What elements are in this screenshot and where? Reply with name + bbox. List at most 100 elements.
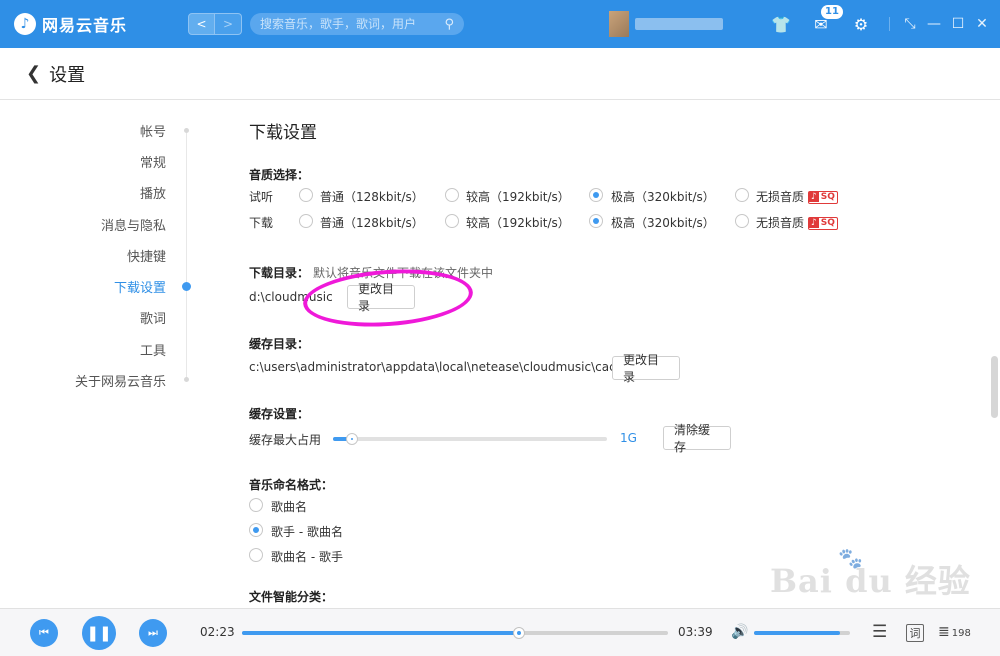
back-nav-button[interactable]: < (188, 13, 215, 35)
naming-option-label: 歌曲名 - 歌手 (271, 550, 343, 564)
history-nav: < > (188, 13, 242, 35)
change-download-dir-button[interactable]: 更改目录 (347, 282, 415, 313)
cache-dir-label: 缓存目录： (249, 337, 310, 351)
playlist-count: 198 (951, 628, 971, 639)
skip-previous-icon: ⏮ (39, 626, 49, 639)
smart-sort-label: 文件智能分类： (249, 590, 334, 604)
cache-max-label: 缓存最大占用 (249, 433, 322, 447)
skin-button[interactable]: 👕 (761, 15, 801, 34)
sidebar-timeline (186, 128, 187, 380)
sidebar-item-privacy[interactable]: 消息与隐私 (101, 215, 166, 234)
message-count-badge: 11 (821, 4, 843, 19)
volume-fill (754, 631, 840, 635)
volume-icon[interactable]: 🔊 (731, 624, 748, 640)
sidebar-item-account[interactable]: 帐号 (140, 121, 166, 140)
search-input[interactable] (260, 17, 445, 31)
playlist-button[interactable]: ≣ 198 (938, 624, 971, 640)
forward-nav-button[interactable]: > (215, 13, 242, 35)
settings-button[interactable]: ⚙ (841, 15, 881, 34)
row-label-download: 下载 (249, 216, 274, 230)
chevron-right-icon: > (222, 17, 234, 31)
skip-next-icon: ⏭ (148, 626, 158, 639)
lyrics-button[interactable]: 词 (906, 624, 924, 642)
cache-slider-handle[interactable] (346, 433, 358, 445)
option-label: 较高（192kbit/s） (466, 190, 570, 204)
preview-quality-standard-radio[interactable] (299, 188, 313, 202)
option-label: 极高（320kbit/s） (611, 190, 715, 204)
messages-button[interactable]: ✉ 11 (801, 4, 843, 34)
mini-mode-button[interactable]: ⤡ (898, 16, 922, 32)
naming-format-label: 音乐命名格式： (249, 478, 334, 492)
option-label: 无损音质 (756, 216, 805, 230)
gear-icon: ⚙ (853, 14, 869, 34)
sq-badge: ♪ SQ (808, 191, 838, 204)
pause-icon: ❚❚ (86, 624, 112, 642)
minimize-icon: — (927, 16, 941, 32)
playback-progress-bar[interactable] (242, 627, 668, 639)
sidebar-item-shortcuts[interactable]: 快捷键 (127, 246, 166, 265)
avatar[interactable] (609, 11, 629, 37)
page-title: 设置 (49, 64, 86, 86)
naming-artist-song-radio[interactable] (249, 523, 263, 537)
sidebar-dot (184, 128, 189, 133)
quality-label: 音质选择： (249, 168, 310, 182)
option-label: 较高（192kbit/s） (466, 216, 570, 230)
elapsed-time: 02:23 (200, 625, 235, 639)
next-track-button[interactable]: ⏭ (139, 619, 167, 647)
progress-handle[interactable] (513, 627, 525, 639)
option-label: 普通（128kbit/s） (320, 216, 424, 230)
previous-track-button[interactable]: ⏮ (30, 619, 58, 647)
settings-sidebar: 帐号 常规 播放 消息与隐私 快捷键 下载设置 歌词 工具 关于网易云音乐 (0, 100, 200, 608)
maximize-icon: ☐ (951, 16, 965, 32)
preview-quality-lossless-radio[interactable] (735, 188, 749, 202)
app-logo[interactable]: ♪ 网易云音乐 (14, 12, 174, 36)
tshirt-icon: 👕 (771, 14, 791, 34)
download-dir-hint: 默认将音乐文件下载在该文件夹中 (313, 266, 494, 280)
netease-music-icon: ♪ (14, 13, 36, 35)
row-label-preview: 试听 (249, 190, 274, 204)
download-quality-high-radio[interactable] (445, 214, 459, 228)
download-quality-standard-radio[interactable] (299, 214, 313, 228)
play-mode-icon[interactable]: ☰ (872, 622, 887, 642)
sidebar-item-download[interactable]: 下载设置 (114, 277, 166, 296)
search-icon[interactable]: ⚲ (444, 17, 454, 32)
divider (889, 17, 890, 31)
naming-option-label: 歌手 - 歌曲名 (271, 525, 343, 539)
download-quality-extreme-radio[interactable] (589, 214, 603, 228)
sidebar-active-dot (182, 282, 191, 291)
download-quality-lossless-radio[interactable] (735, 214, 749, 228)
search-box[interactable]: ⚲ (250, 13, 464, 35)
back-chevron-icon[interactable]: ❮ (26, 63, 41, 84)
preview-quality-extreme-radio[interactable] (589, 188, 603, 202)
volume-slider[interactable] (754, 631, 850, 635)
total-time: 03:39 (678, 625, 713, 639)
clear-cache-button[interactable]: 清除缓存 (663, 423, 731, 454)
minimize-button[interactable]: — (922, 16, 946, 32)
cache-size-slider[interactable] (333, 433, 607, 445)
mini-mode-icon: ⤡ (904, 16, 916, 32)
username-blurred[interactable] (635, 18, 723, 30)
section-title-download: 下载设置 (249, 123, 317, 143)
download-dir-label: 下载目录： 默认将音乐文件下载在该文件夹中 (249, 266, 494, 280)
preview-quality-high-radio[interactable] (445, 188, 459, 202)
close-button[interactable]: ✕ (970, 16, 994, 32)
maximize-button[interactable]: ☐ (946, 16, 970, 32)
sidebar-item-general[interactable]: 常规 (140, 152, 166, 171)
sq-badge: ♪ SQ (808, 217, 838, 230)
app-name: 网易云音乐 (42, 16, 128, 35)
chevron-left-icon: < (196, 17, 207, 31)
progress-fill (242, 631, 519, 635)
sidebar-dot (184, 377, 189, 382)
content-scrollbar[interactable] (991, 356, 998, 418)
top-right-controls: 👕 ✉ 11 ⚙ ⤡ — ☐ ✕ (609, 0, 1000, 48)
change-cache-dir-button[interactable]: 更改目录 (612, 353, 680, 384)
sidebar-item-about[interactable]: 关于网易云音乐 (75, 371, 166, 390)
naming-song-artist-radio[interactable] (249, 548, 263, 562)
sidebar-item-playback[interactable]: 播放 (140, 183, 166, 202)
player-bar: ⏮ ❚❚ ⏭ 02:23 03:39 🔊 ☰ 词 ≣ 198 (0, 608, 1000, 656)
naming-song-radio[interactable] (249, 498, 263, 512)
sidebar-item-lyrics[interactable]: 歌词 (140, 308, 166, 327)
sidebar-item-tools[interactable]: 工具 (140, 340, 166, 359)
option-label: 极高（320kbit/s） (611, 216, 715, 230)
pause-button[interactable]: ❚❚ (82, 616, 116, 650)
